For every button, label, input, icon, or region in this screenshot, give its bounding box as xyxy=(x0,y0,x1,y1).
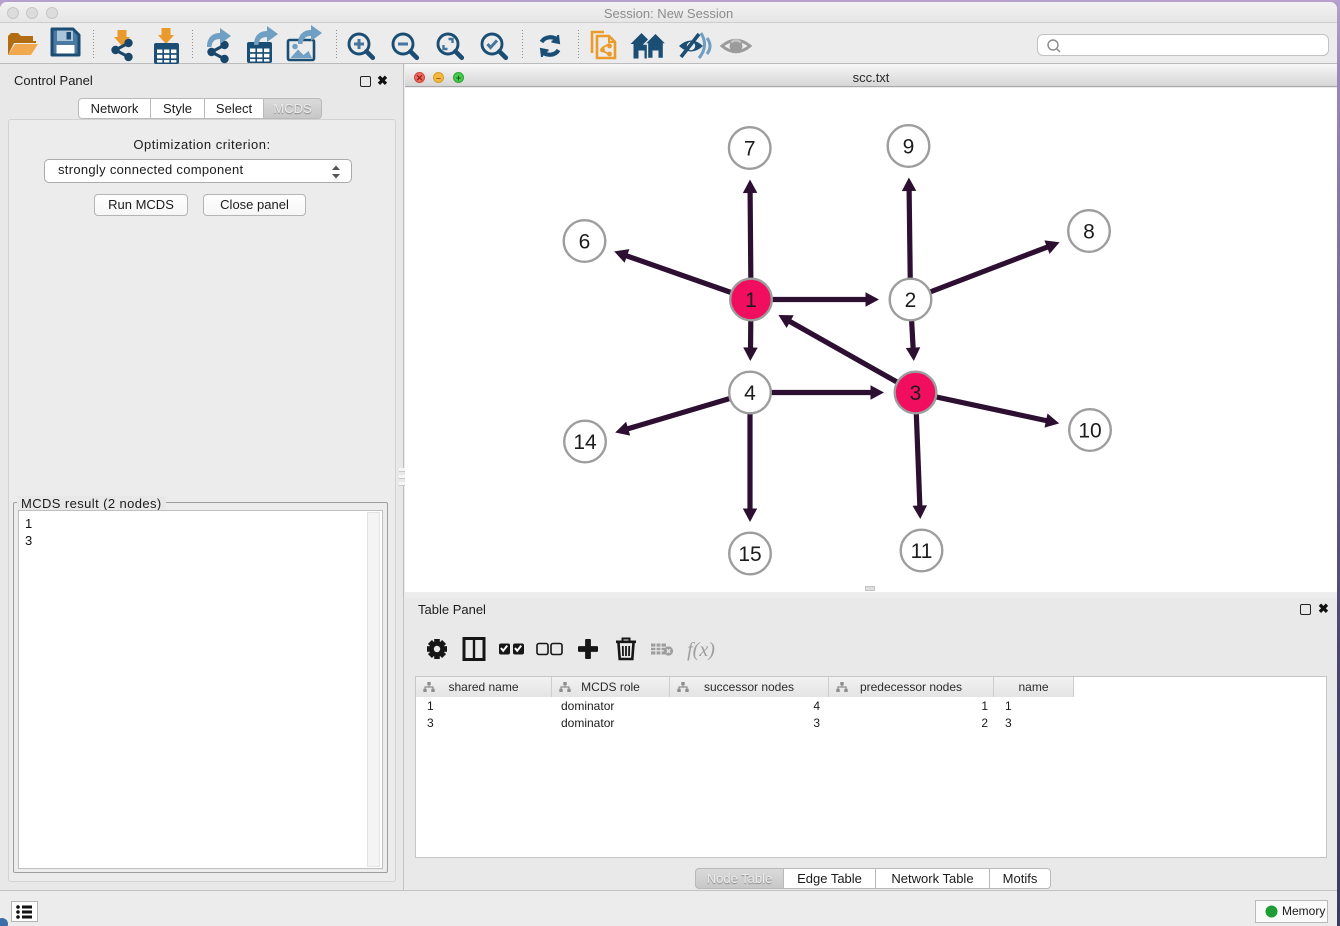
svg-text:8: 8 xyxy=(1083,221,1095,244)
svg-text:f(x): f(x) xyxy=(687,639,715,661)
svg-text:3: 3 xyxy=(910,382,922,405)
svg-text:10: 10 xyxy=(1078,420,1101,443)
svg-text:7: 7 xyxy=(744,138,756,161)
svg-text:1: 1 xyxy=(745,289,757,312)
svg-text:6: 6 xyxy=(579,231,591,254)
svg-text:9: 9 xyxy=(903,136,915,159)
svg-text:2: 2 xyxy=(905,289,917,312)
svg-text:14: 14 xyxy=(573,431,597,454)
svg-text:4: 4 xyxy=(744,382,756,405)
svg-text:11: 11 xyxy=(911,540,933,563)
svg-text:15: 15 xyxy=(738,543,761,566)
